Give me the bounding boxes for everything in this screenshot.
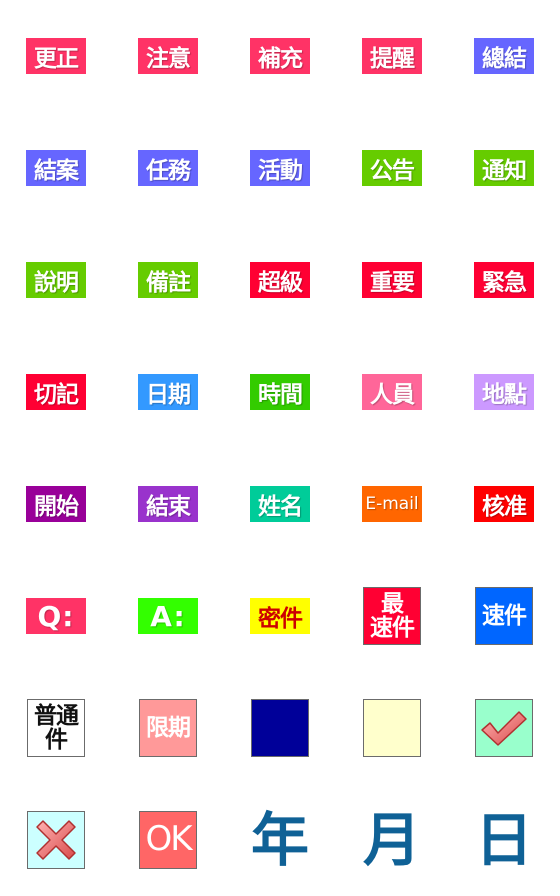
sticker-a[interactable]: A: [112, 560, 224, 672]
sticker-label[interactable]: 說明 [0, 224, 112, 336]
label-text: 通知 [474, 150, 534, 186]
cross-icon [36, 820, 76, 860]
sticker-label[interactable]: 緊急 [448, 224, 560, 336]
label-text: 補充 [250, 38, 310, 74]
label-text: 注意 [138, 38, 198, 74]
sticker-check[interactable] [448, 672, 560, 784]
sticker-navy-square[interactable] [224, 672, 336, 784]
label-text: 核准 [474, 486, 534, 522]
sticker-deadline[interactable]: 限期 [112, 672, 224, 784]
sticker-day[interactable]: 日 [448, 784, 560, 896]
sticker-label[interactable]: 提醒 [336, 0, 448, 112]
label-text: 更正 [26, 38, 86, 74]
check-tile [475, 699, 533, 757]
deadline-tile: 限期 [139, 699, 197, 757]
navy-square [251, 699, 309, 757]
label-text: 時間 [250, 374, 310, 410]
normal-line2: 件 [45, 727, 68, 753]
sticker-label[interactable]: 公告 [336, 112, 448, 224]
sticker-label[interactable]: 注意 [112, 0, 224, 112]
sticker-year[interactable]: 年 [224, 784, 336, 896]
ok-text: OK [145, 819, 192, 860]
label-text: 姓名 [250, 486, 310, 522]
sticker-urgent[interactable]: 速件 [448, 560, 560, 672]
sticker-month[interactable]: 月 [336, 784, 448, 896]
urgent-tile: 速件 [475, 587, 533, 645]
sticker-label[interactable]: 結束 [112, 448, 224, 560]
label-text: 任務 [138, 150, 198, 186]
sticker-label[interactable]: 更正 [0, 0, 112, 112]
label-text: 總結 [474, 38, 534, 74]
label-text: 開始 [26, 486, 86, 522]
urgent-text: 速件 [482, 602, 527, 629]
sticker-label[interactable]: 活動 [224, 112, 336, 224]
label-text: 切記 [26, 374, 86, 410]
sticker-label[interactable]: 超級 [224, 224, 336, 336]
sticker-label[interactable]: 總結 [448, 0, 560, 112]
sticker-cross[interactable] [0, 784, 112, 896]
label-text: 提醒 [362, 38, 422, 74]
year-glyph: 年 [250, 806, 309, 874]
sticker-label[interactable]: 重要 [336, 224, 448, 336]
label-text: 活動 [250, 150, 310, 186]
sticker-ok[interactable]: OK [112, 784, 224, 896]
sticker-label[interactable]: 補充 [224, 0, 336, 112]
sticker-label[interactable]: E-mail [336, 448, 448, 560]
q-label: Q: [26, 598, 86, 634]
sticker-label[interactable]: 時間 [224, 336, 336, 448]
checkmark-icon [481, 711, 527, 746]
label-text: 重要 [362, 262, 422, 298]
sticker-label[interactable]: 備註 [112, 224, 224, 336]
label-text: 緊急 [474, 262, 534, 298]
normal-tile: 普通 件 [27, 699, 85, 757]
ok-tile: OK [139, 811, 197, 869]
sticker-cream-square[interactable] [336, 672, 448, 784]
day-glyph: 日 [474, 806, 533, 874]
label-text: 公告 [362, 150, 422, 186]
label-text: 人員 [362, 374, 422, 410]
sticker-label[interactable]: 結案 [0, 112, 112, 224]
label-text: 地點 [474, 374, 534, 410]
sticker-q[interactable]: Q: [0, 560, 112, 672]
most-urgent-line2: 速件 [370, 615, 415, 641]
sticker-label[interactable]: 切記 [0, 336, 112, 448]
sticker-label[interactable]: 任務 [112, 112, 224, 224]
sticker-secret[interactable]: 密件 [224, 560, 336, 672]
sticker-label[interactable]: 核准 [448, 448, 560, 560]
sticker-label[interactable]: 姓名 [224, 448, 336, 560]
label-text: 備註 [138, 262, 198, 298]
normal-line1: 普通 [34, 702, 79, 729]
most-urgent-line1: 最 [381, 590, 404, 617]
sticker-label[interactable]: 開始 [0, 448, 112, 560]
label-text: 超級 [250, 262, 310, 298]
sticker-label[interactable]: 通知 [448, 112, 560, 224]
secret-label: 密件 [250, 598, 310, 634]
most-urgent-tile: 最 速件 [363, 587, 421, 645]
sticker-normal[interactable]: 普通 件 [0, 672, 112, 784]
sticker-most-urgent[interactable]: 最 速件 [336, 560, 448, 672]
label-text: 結束 [138, 486, 198, 522]
label-text: 結案 [26, 150, 86, 186]
sticker-label[interactable]: 日期 [112, 336, 224, 448]
sticker-label[interactable]: 地點 [448, 336, 560, 448]
a-label: A: [138, 598, 198, 634]
label-text: 說明 [26, 262, 86, 298]
label-text: 日期 [138, 374, 198, 410]
sticker-label[interactable]: 人員 [336, 336, 448, 448]
deadline-text: 限期 [146, 714, 191, 741]
cream-square [363, 699, 421, 757]
cross-tile [27, 811, 85, 869]
label-text: E-mail [362, 486, 422, 522]
month-glyph: 月 [362, 806, 421, 874]
